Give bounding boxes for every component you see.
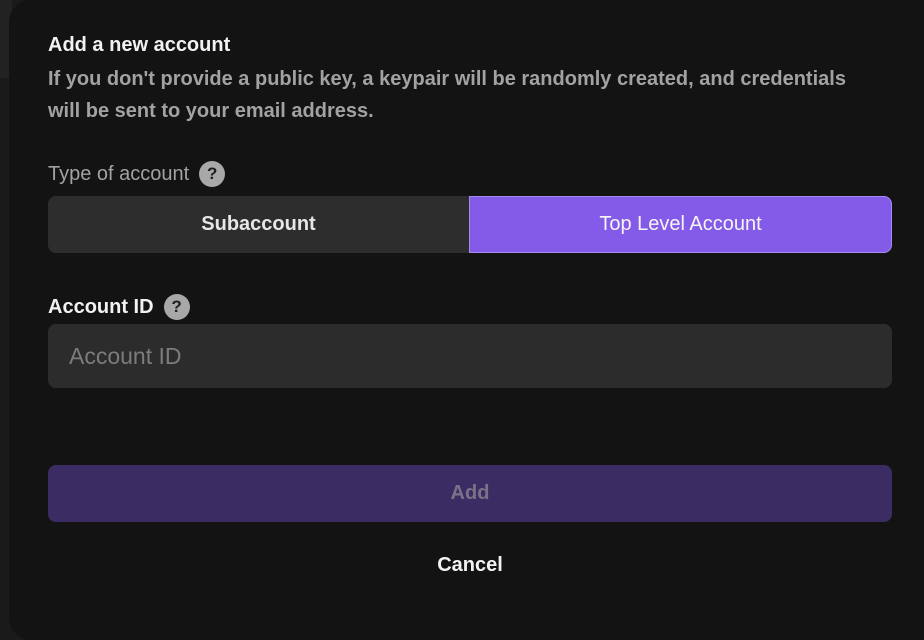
dialog-title: Add a new account (48, 34, 231, 56)
account-id-label-text: Account ID (48, 296, 154, 318)
account-id-input[interactable] (67, 341, 873, 371)
cancel-button[interactable]: Cancel (370, 548, 570, 582)
account-id-label: Account ID ? (48, 294, 190, 320)
account-id-field (48, 324, 892, 388)
account-type-toggle: Subaccount Top Level Account (48, 196, 892, 253)
account-type-label: Type of account ? (48, 161, 226, 187)
question-mark-circle-icon[interactable]: ? (163, 294, 190, 320)
question-mark-circle-icon[interactable]: ? (199, 161, 226, 187)
subaccount-option-button[interactable]: Subaccount (48, 196, 469, 253)
add-button[interactable]: Add (48, 465, 892, 522)
account-type-label-text: Type of account (48, 163, 190, 185)
dialog-description: If you don't provide a public key, a key… (48, 68, 846, 122)
top-level-account-option-button[interactable]: Top Level Account (469, 196, 892, 253)
